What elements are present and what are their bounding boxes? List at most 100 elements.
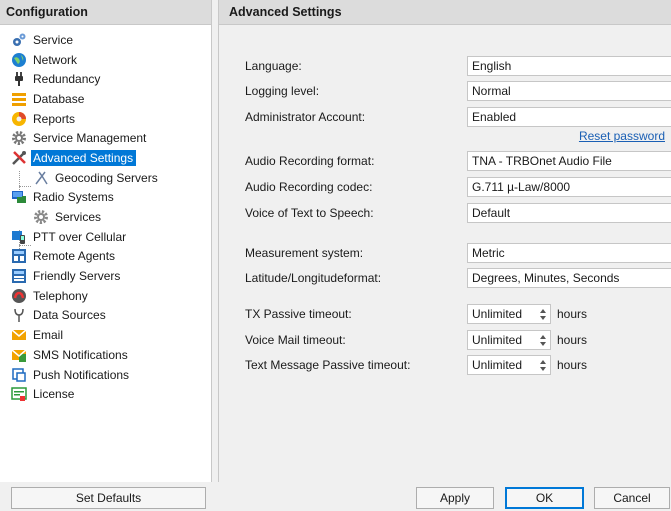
logging-level-select[interactable]: Normal xyxy=(467,81,671,101)
sidebar-item-label: Database xyxy=(33,91,85,106)
sidebar-item-services[interactable]: Services xyxy=(0,207,211,227)
configuration-tree: Service Network Redundancy Database Repo… xyxy=(0,25,211,404)
sidebar-item-push-notifications[interactable]: Push Notifications xyxy=(0,365,211,385)
sidebar-item-radio-systems[interactable]: Radio Systems xyxy=(0,188,211,208)
sidebar-item-label: Push Notifications xyxy=(33,367,130,382)
sidebar-item-data-sources[interactable]: Data Sources xyxy=(0,306,211,326)
sidebar-item-remote-agents[interactable]: Remote Agents xyxy=(0,247,211,267)
sidebar-item-telephony[interactable]: Telephony xyxy=(0,286,211,306)
sidebar-item-label: Friendly Servers xyxy=(33,269,121,284)
advanced-settings-header: Advanced Settings xyxy=(219,0,671,25)
latlon-format-select[interactable]: Degrees, Minutes, Seconds xyxy=(467,268,671,288)
spin-up-icon[interactable] xyxy=(540,309,546,313)
sidebar-item-database[interactable]: Database xyxy=(0,89,211,109)
language-row: Language: English xyxy=(243,56,671,76)
latlon-format-row: Latitude/Longitudeformat: Degrees, Minut… xyxy=(243,268,671,288)
sidebar-item-label: Data Sources xyxy=(33,308,106,323)
sidebar-item-advanced-settings[interactable]: Advanced Settings xyxy=(0,148,211,168)
sidebar-item-ptt-over-cellular[interactable]: PTT over Cellular xyxy=(0,227,211,247)
tx-timeout-row: TX Passive timeout: Unlimited hours xyxy=(243,304,667,324)
sidebar-item-geocoding-servers[interactable]: Geocoding Servers xyxy=(0,168,211,188)
audio-codec-row: Audio Recording codec: G.711 µ-Law/8000 xyxy=(243,177,671,197)
spin-up-icon[interactable] xyxy=(540,335,546,339)
cancel-button[interactable]: Cancel xyxy=(594,487,670,509)
administrator-account-row: Administrator Account: Enabled xyxy=(243,107,671,127)
tx-timeout-unit: hours xyxy=(557,307,588,321)
audio-format-select[interactable]: TNA - TRBOnet Audio File xyxy=(467,151,671,171)
audio-codec-select[interactable]: G.711 µ-Law/8000 xyxy=(467,177,671,197)
voice-mail-timeout-row: Voice Mail timeout: Unlimited hours xyxy=(243,330,667,350)
sidebar-item-label: Remote Agents xyxy=(33,249,116,264)
audio-format-label: Audio Recording format: xyxy=(245,154,375,168)
ok-button[interactable]: OK xyxy=(505,487,584,509)
spin-up-icon[interactable] xyxy=(540,360,546,364)
reset-password-link[interactable]: Reset password xyxy=(579,129,665,143)
language-select[interactable]: English xyxy=(467,56,671,76)
sidebar-item-license[interactable]: License xyxy=(0,384,211,404)
remote-agents-icon xyxy=(11,248,27,264)
sidebar-item-label: Service xyxy=(33,32,74,47)
email-icon xyxy=(11,327,27,343)
tx-timeout-label: TX Passive timeout: xyxy=(245,307,352,321)
tx-timeout-stepper[interactable]: Unlimited xyxy=(467,304,551,324)
license-icon xyxy=(11,386,27,402)
sidebar-item-label: SMS Notifications xyxy=(33,347,128,362)
text-message-timeout-label: Text Message Passive timeout: xyxy=(245,358,411,372)
latlon-format-value: Degrees, Minutes, Seconds xyxy=(472,271,620,285)
advanced-settings-pane: Advanced Settings Language: English Logg… xyxy=(218,0,671,482)
apply-button[interactable]: Apply xyxy=(416,487,494,509)
configuration-tree-pane: Configuration Service Network Redundancy xyxy=(0,0,212,482)
voice-mail-timeout-stepper[interactable]: Unlimited xyxy=(467,330,551,350)
sidebar-item-friendly-servers[interactable]: Friendly Servers xyxy=(0,266,211,286)
tts-voice-label: Voice of Text to Speech: xyxy=(245,206,374,220)
gears-icon xyxy=(11,32,27,48)
tts-voice-row: Voice of Text to Speech: Default xyxy=(243,203,671,223)
sidebar-item-service[interactable]: Service xyxy=(0,30,211,50)
sidebar-item-label: Radio Systems xyxy=(33,190,114,205)
push-icon xyxy=(11,367,27,383)
telephone-icon xyxy=(11,288,27,304)
database-icon xyxy=(11,91,27,107)
tools-icon xyxy=(11,150,27,166)
ptt-icon xyxy=(11,229,27,245)
sidebar-item-label: Redundancy xyxy=(33,72,101,87)
administrator-account-label: Administrator Account: xyxy=(245,110,366,124)
sidebar-item-service-management[interactable]: Service Management xyxy=(0,128,211,148)
sidebar-item-label: Geocoding Servers xyxy=(55,170,158,185)
sms-icon xyxy=(11,347,27,363)
data-sources-icon xyxy=(11,307,27,323)
text-message-timeout-row: Text Message Passive timeout: Unlimited … xyxy=(243,355,667,375)
tx-timeout-value: Unlimited xyxy=(472,307,523,321)
sidebar-item-sms-notifications[interactable]: SMS Notifications xyxy=(0,345,211,365)
tts-voice-select[interactable]: Default xyxy=(467,203,671,223)
audio-codec-value: G.711 µ-Law/8000 xyxy=(472,180,571,194)
sidebar-item-reports[interactable]: Reports xyxy=(0,109,211,129)
reports-icon xyxy=(11,111,27,127)
sidebar-item-label: Telephony xyxy=(33,288,88,303)
text-message-timeout-stepper[interactable]: Unlimited xyxy=(467,355,551,375)
logging-level-label: Logging level: xyxy=(245,84,320,98)
gear-icon xyxy=(33,209,49,225)
administrator-account-value: Enabled xyxy=(472,110,517,124)
sidebar-item-email[interactable]: Email xyxy=(0,325,211,345)
measurement-value: Metric xyxy=(472,246,505,260)
friendly-servers-icon xyxy=(11,268,27,284)
sidebar-item-label: PTT over Cellular xyxy=(33,229,127,244)
configuration-header: Configuration xyxy=(0,0,211,25)
set-defaults-button[interactable]: Set Defaults xyxy=(11,487,206,509)
spin-down-icon[interactable] xyxy=(540,316,546,320)
sidebar-item-label: Email xyxy=(33,328,64,343)
globe-icon xyxy=(11,52,27,68)
measurement-row: Measurement system: Metric xyxy=(243,243,671,263)
logging-level-row: Logging level: Normal xyxy=(243,81,671,101)
audio-codec-label: Audio Recording codec: xyxy=(245,180,373,194)
spin-down-icon[interactable] xyxy=(540,342,546,346)
spin-down-icon[interactable] xyxy=(540,367,546,371)
plug-icon xyxy=(11,71,27,87)
voice-mail-timeout-unit: hours xyxy=(557,333,588,347)
sidebar-item-redundancy[interactable]: Redundancy xyxy=(0,69,211,89)
voice-mail-timeout-value: Unlimited xyxy=(472,333,523,347)
sidebar-item-network[interactable]: Network xyxy=(0,50,211,70)
administrator-account-select[interactable]: Enabled xyxy=(467,107,671,127)
measurement-select[interactable]: Metric xyxy=(467,243,671,263)
